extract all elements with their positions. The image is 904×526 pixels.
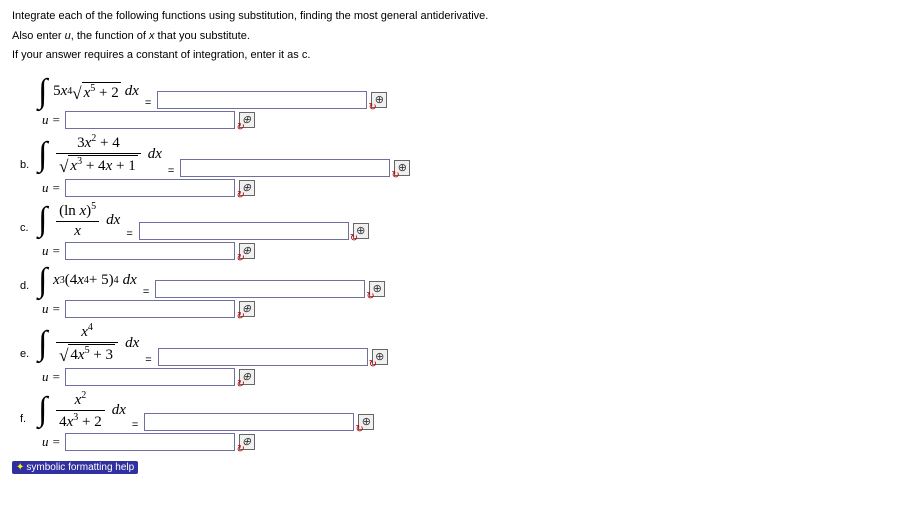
problem-a: ∫ 5x4 √x5 + 2 dx = ↻ u = ↻ [20,75,892,129]
u-label-c: u = [42,243,61,259]
integral-b: ∫ 3x2 + 4 √x3 + 4x + 1 dx [38,133,162,177]
symbolic-button[interactable]: ↻ [239,112,255,128]
u-label-b: u = [42,180,61,196]
symbolic-button[interactable]: ↻ [239,369,255,385]
u-input-d[interactable] [65,300,235,318]
label-c: c. [20,222,38,240]
symbolic-help-link[interactable]: ✦symbolic formatting help [12,461,138,474]
integral-d: ∫ x3 (4x4 + 5)4 dx [38,264,137,298]
symbolic-button[interactable]: ↻ [372,349,388,365]
u-label-f: u = [42,434,61,450]
u-label-d: u = [42,301,61,317]
symbolic-button[interactable]: ↻ [358,414,374,430]
u-input-b[interactable] [65,179,235,197]
symbolic-button[interactable]: ↻ [394,160,410,176]
symbolic-button[interactable]: ↻ [239,301,255,317]
symbolic-button[interactable]: ↻ [353,223,369,239]
problem-b: b. ∫ 3x2 + 4 √x3 + 4x + 1 dx = ↻ u = [20,133,892,197]
instruction-line-2: Also enter u, the function of x that you… [12,28,892,46]
answer-f[interactable] [144,413,354,431]
answer-c[interactable] [139,222,349,240]
problem-e: e. ∫ x4 √4x5 + 3 dx = ↻ u = [20,322,892,386]
u-input-a[interactable] [65,111,235,129]
answer-a[interactable] [157,91,367,109]
symbolic-button[interactable]: ↻ [369,281,385,297]
u-label-a: u = [42,112,61,128]
integral-f: ∫ x2 4x3 + 2 dx [38,390,126,431]
integral-e: ∫ x4 √4x5 + 3 dx [38,322,139,366]
answer-e[interactable] [158,348,368,366]
answer-d[interactable] [155,280,365,298]
label-d: d. [20,280,38,298]
u-label-e: u = [42,369,61,385]
integral-c: ∫ (ln x)5 x dx [38,201,120,240]
u-input-e[interactable] [65,368,235,386]
instruction-line-3: If your answer requires a constant of in… [12,47,892,65]
symbolic-button[interactable]: ↻ [239,243,255,259]
u-input-c[interactable] [65,242,235,260]
problem-d: d. ∫ x3 (4x4 + 5)4 dx = ↻ u = ↻ [20,264,892,318]
instruction-line-1: Integrate each of the following function… [12,8,892,26]
integral-a: ∫ 5x4 √x5 + 2 dx [38,75,139,109]
problems-list: ∫ 5x4 √x5 + 2 dx = ↻ u = ↻ b. ∫ [20,75,892,451]
instructions: Integrate each of the following function… [12,8,892,65]
u-input-f[interactable] [65,433,235,451]
symbolic-button[interactable]: ↻ [239,180,255,196]
label-b: b. [20,159,38,177]
problem-c: c. ∫ (ln x)5 x dx = ↻ u = [20,201,892,260]
label-a [20,103,38,109]
symbolic-button[interactable]: ↻ [239,434,255,450]
problem-f: f. ∫ x2 4x3 + 2 dx = ↻ u = [20,390,892,451]
symbolic-button[interactable]: ↻ [371,92,387,108]
label-e: e. [20,348,38,366]
label-f: f. [20,413,38,431]
answer-b[interactable] [180,159,390,177]
